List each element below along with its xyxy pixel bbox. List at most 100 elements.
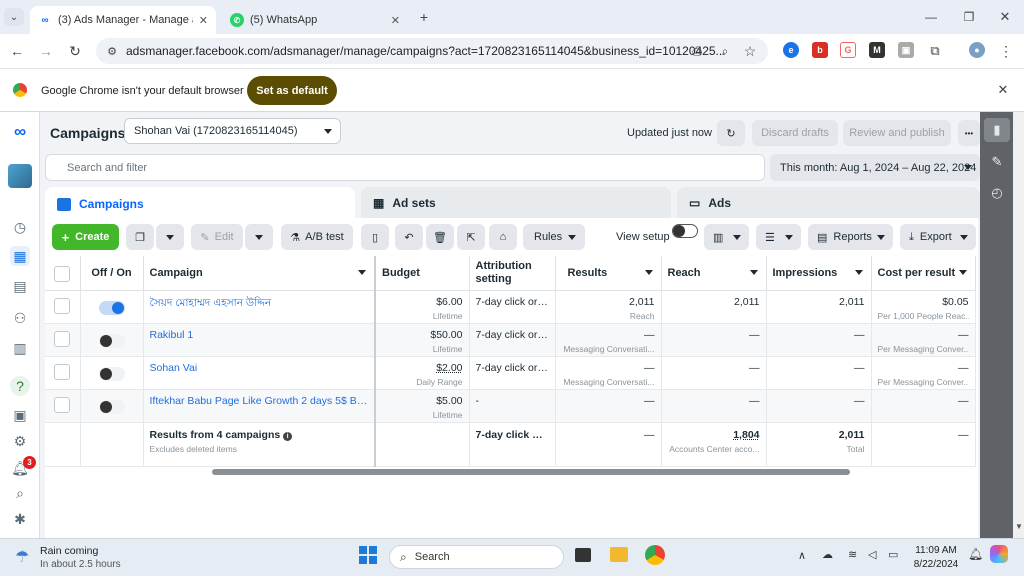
back-icon[interactable]: ← — [8, 42, 26, 60]
budget-cell[interactable]: $50.00 Lifetime — [374, 323, 470, 357]
row-checkbox-cell[interactable] — [45, 389, 81, 423]
row-checkbox[interactable] — [54, 363, 71, 380]
battery-icon[interactable]: ▭ — [888, 548, 898, 561]
copilot-icon[interactable] — [990, 545, 1008, 563]
campaign-name-cell[interactable]: Iftekhar Babu Page Like Growth 2 days 5$… — [143, 389, 376, 423]
task-view-icon[interactable] — [575, 548, 591, 562]
close-infobar-icon[interactable]: ✕ — [994, 81, 1012, 99]
settings-gear-icon[interactable]: ⚙ — [10, 431, 30, 451]
table-row[interactable]: Rakibul 1 $50.00 Lifetime 7-day click or 1.… — [45, 323, 976, 357]
sort-caret-icon[interactable] — [854, 270, 863, 275]
extension-icon[interactable]: ▣ — [898, 42, 914, 58]
chrome-menu-icon[interactable]: ⋮ — [997, 42, 1015, 60]
help-icon[interactable]: ? — [10, 376, 30, 396]
export-campaign-button[interactable]: ⇱ — [457, 224, 485, 250]
scroll-down-icon[interactable]: ▼ — [1015, 522, 1023, 531]
campaign-toggle[interactable] — [98, 399, 125, 414]
preview-button[interactable]: ▯ — [361, 224, 389, 250]
discard-drafts-button[interactable]: Discard drafts — [752, 120, 838, 146]
create-button[interactable]: + Create — [52, 224, 119, 250]
header-campaign[interactable]: Campaign — [143, 256, 376, 291]
duplicate-button[interactable]: ❐ — [126, 224, 154, 250]
extension-icon[interactable]: M — [869, 42, 885, 58]
close-tab-icon[interactable]: ✕ — [199, 14, 208, 27]
header-reach[interactable]: Reach — [661, 256, 767, 291]
budget-cell[interactable]: $5.00 Lifetime — [374, 389, 470, 423]
set-as-default-button[interactable]: Set as default — [247, 76, 337, 105]
bookmark-star-icon[interactable]: ☆ — [741, 42, 759, 60]
site-info-icon[interactable]: ⚙ — [103, 42, 121, 60]
tab-ad-sets[interactable]: ▦ Ad sets — [361, 187, 671, 219]
edit-pencil-icon[interactable]: ✎ — [984, 150, 1010, 174]
tab-search-icon[interactable]: ⌄ — [4, 8, 24, 26]
table-row[interactable]: Sohan Vai $2.00 Daily Range 7-day click or … — [45, 356, 976, 390]
header-attribution[interactable]: Attribution setting — [469, 256, 556, 291]
sort-caret-icon[interactable] — [358, 270, 366, 275]
header-budget[interactable]: Budget — [374, 256, 470, 291]
zoom-icon[interactable]: ⌕ — [716, 42, 734, 60]
more-options-button[interactable]: ••• — [958, 120, 980, 146]
campaign-name-link[interactable]: Sohan Vai — [150, 362, 369, 374]
header-impressions[interactable]: Impressions — [766, 256, 872, 291]
campaign-name-cell[interactable]: Sohan Vai — [143, 356, 376, 390]
clock-date[interactable]: 8/22/2024 — [911, 559, 961, 570]
profile-avatar-icon[interactable]: ● — [969, 42, 985, 58]
row-toggle-cell[interactable] — [80, 389, 144, 423]
duplicate-dropdown[interactable] — [156, 224, 184, 250]
ab-test-button[interactable]: ⚗ A/B test — [281, 224, 353, 250]
audiences-icon[interactable]: ⚇ — [10, 308, 30, 328]
notifications-bell-icon[interactable]: 🔔︎ — [968, 547, 983, 561]
undo-button[interactable]: ↶ — [395, 224, 423, 250]
forward-icon[interactable]: → — [37, 42, 55, 60]
budget-cell[interactable]: $2.00 Daily Range — [374, 356, 470, 390]
account-selector[interactable]: Shohan Vai (1720823165114045) — [124, 118, 341, 144]
search-filter-input[interactable]: Search and filter — [45, 154, 765, 181]
row-checkbox-cell[interactable] — [45, 323, 81, 357]
extension-icon[interactable]: b — [812, 42, 828, 58]
sort-caret-icon[interactable] — [958, 270, 967, 275]
info-icon[interactable]: i — [283, 431, 293, 441]
search-icon[interactable]: ⌕ — [10, 483, 30, 503]
view-setup-toggle[interactable] — [672, 224, 698, 238]
bug-report-icon[interactable]: ✱ — [10, 509, 30, 529]
campaign-name-cell[interactable]: Rakibul 1 — [143, 323, 376, 357]
campaign-toggle[interactable] — [98, 366, 125, 381]
header-results[interactable]: Results — [555, 256, 662, 291]
campaign-name-link[interactable]: Iftekhar Babu Page Like Growth 2 days 5$… — [150, 395, 369, 407]
table-row[interactable]: Iftekhar Babu Page Like Growth 2 days 5$… — [45, 389, 976, 423]
file-explorer-icon[interactable] — [610, 547, 628, 562]
breakdown-button[interactable]: ☰ — [756, 224, 801, 250]
dashboard-icon[interactable]: ◷ — [10, 217, 30, 237]
reports-button[interactable]: ▤ Reports — [808, 224, 893, 250]
row-toggle-cell[interactable] — [80, 323, 144, 357]
browser-tab-whatsapp[interactable]: ✆ (5) WhatsApp ✕ — [222, 6, 408, 34]
volume-icon[interactable]: ◁ — [868, 548, 876, 561]
select-all-checkbox[interactable] — [54, 265, 71, 282]
table-horizontal-scrollbar[interactable] — [212, 469, 850, 475]
campaign-name-link[interactable]: Rakibul 1 — [150, 329, 369, 341]
edit-dropdown[interactable] — [245, 224, 273, 250]
delete-button[interactable]: 🗑︎ — [426, 224, 454, 250]
row-toggle-cell[interactable] — [80, 356, 144, 390]
review-publish-button[interactable]: Review and publish — [843, 120, 951, 146]
extension-icon[interactable]: e — [783, 42, 799, 58]
budget-cell[interactable]: $6.00 Lifetime — [374, 290, 470, 324]
rules-button[interactable]: Rules — [523, 224, 585, 250]
clock-time[interactable]: 11:09 AM — [913, 545, 959, 556]
row-checkbox[interactable] — [54, 297, 71, 314]
new-tab-icon[interactable]: + — [415, 8, 433, 26]
tag-button[interactable]: ⌂ — [489, 224, 517, 250]
restore-icon[interactable]: ❐ — [960, 8, 978, 26]
close-tab-icon[interactable]: ✕ — [391, 14, 400, 27]
header-cost-per-result[interactable]: Cost per result — [871, 256, 976, 291]
reload-icon[interactable]: ↻ — [66, 42, 84, 60]
campaign-name-cell[interactable]: সৈয়দ মোহাম্মদ এহসান উদ্দিন — [143, 290, 376, 324]
windows-start-icon[interactable] — [359, 546, 377, 564]
refresh-button[interactable]: ↻ — [717, 120, 745, 146]
campaign-toggle[interactable] — [98, 300, 125, 315]
address-bar[interactable]: adsmanager.facebook.com/adsmanager/manag… — [96, 38, 768, 64]
tab-campaigns[interactable]: Campaigns — [45, 187, 355, 221]
select-all-cell[interactable] — [45, 256, 81, 291]
taskbar-search-box[interactable]: ⌕ Search — [389, 545, 564, 569]
install-app-icon[interactable]: ⎙ — [688, 42, 706, 60]
